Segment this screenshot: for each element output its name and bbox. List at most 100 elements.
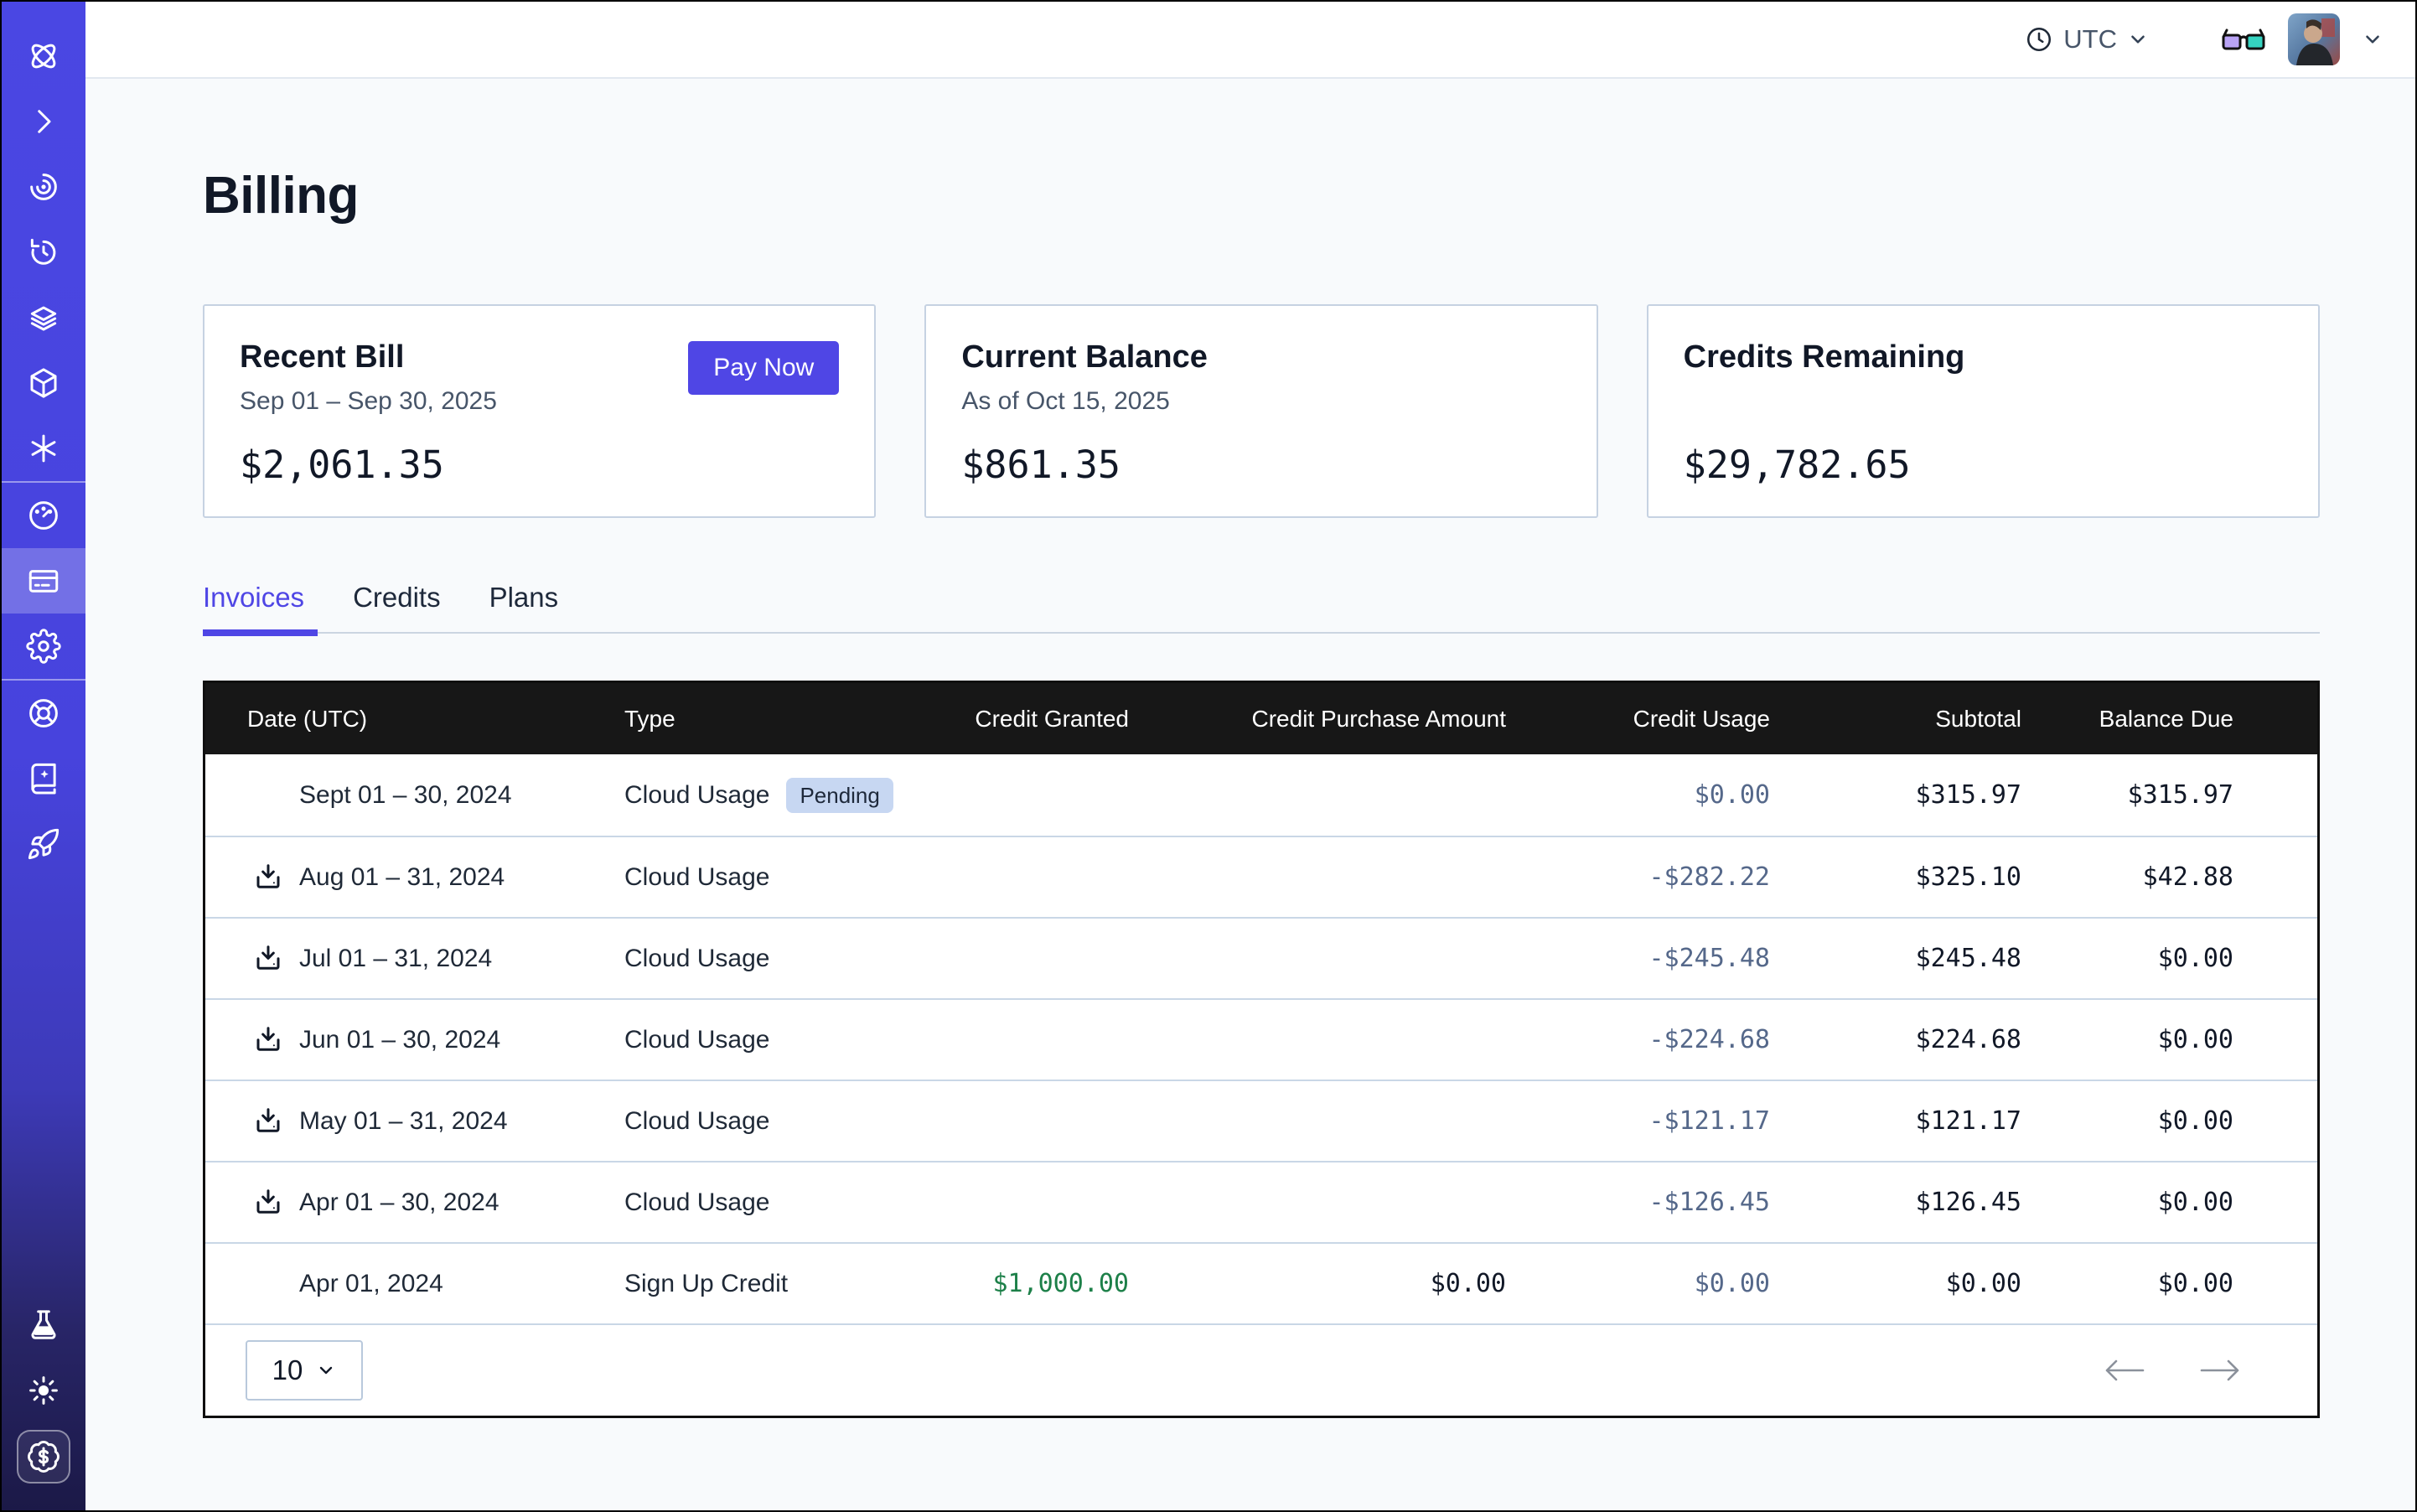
invoice-date: Jul 01 – 31, 2024	[299, 945, 492, 973]
sidebar-item-gauge[interactable]	[2, 483, 85, 548]
invoice-date-cell: Apr 01, 2024	[205, 1268, 624, 1300]
table-row: Apr 01, 2024Sign Up Credit$1,000.00$0.00…	[205, 1242, 2317, 1323]
sidebar-item-sun[interactable]	[2, 1358, 85, 1423]
topbar: UTC	[85, 2, 2415, 79]
sidebar-item-history[interactable]	[2, 220, 85, 285]
page-title: Billing	[203, 166, 2320, 225]
glasses-icon[interactable]	[2221, 24, 2266, 54]
subtotal-value: $315.97	[1770, 780, 2021, 810]
subtotal-value: $325.10	[1770, 862, 2021, 892]
invoice-type: Cloud Usage	[624, 863, 769, 892]
invoice-type-cell: Cloud Usage	[624, 1026, 918, 1054]
logo-icon	[26, 39, 61, 74]
invoice-date-cell: Apr 01 – 30, 2024	[205, 1187, 624, 1219]
sidebar-item-badge-dollar[interactable]	[17, 1430, 70, 1484]
chevron-down-icon[interactable]	[2362, 28, 2383, 50]
pagination-arrows	[2101, 1355, 2244, 1385]
table-header: Date (UTC) Type Credit Granted Credit Pu…	[205, 683, 2317, 754]
invoice-type: Cloud Usage	[624, 781, 769, 810]
download-invoice-button[interactable]	[253, 1187, 285, 1219]
billing-page: Billing Recent Bill Sep 01 – Sep 30, 202…	[85, 79, 2415, 1510]
invoice-date: Apr 01 – 30, 2024	[299, 1188, 499, 1217]
billing-tabs: Invoices Credits Plans	[203, 582, 2320, 634]
sidebar-item-book-sparkle[interactable]	[2, 746, 85, 811]
avatar[interactable]	[2288, 13, 2340, 65]
invoice-date: Jun 01 – 30, 2024	[299, 1026, 500, 1054]
balance-due-value: $0.00	[2021, 1269, 2317, 1298]
sidebar-item-cube[interactable]	[2, 350, 85, 416]
next-page-arrow-icon[interactable]	[2197, 1355, 2244, 1385]
balance-due-value: $315.97	[2021, 780, 2317, 810]
table-body: Sept 01 – 30, 2024 Cloud UsagePending $0.0…	[205, 754, 2317, 1323]
sidebar-item-rocket[interactable]	[2, 811, 85, 877]
sidebar-item-flask[interactable]	[2, 1292, 85, 1358]
column-header-type: Type	[624, 706, 918, 733]
table-row: Apr 01 – 30, 2024Cloud Usage-$126.45$126…	[205, 1161, 2317, 1242]
table-row: Aug 01 – 31, 2024Cloud Usage-$282.22$325…	[205, 836, 2317, 917]
download-invoice-button[interactable]	[253, 943, 285, 975]
timezone-selector[interactable]: UTC	[2025, 24, 2149, 54]
column-header-credit-purchase-amount: Credit Purchase Amount	[1129, 706, 1506, 733]
asterisk-icon	[26, 431, 61, 466]
sidebar-item-spiral-eye[interactable]	[2, 154, 85, 220]
sidebar-item-credit-card[interactable]	[2, 548, 85, 614]
tab-plans[interactable]: Plans	[489, 582, 559, 632]
invoice-type: Cloud Usage	[624, 1188, 769, 1217]
sidebar-item-logo[interactable]	[2, 23, 85, 89]
sidebar-item-lifebuoy[interactable]	[2, 681, 85, 746]
card-subtitle: As of Oct 15, 2025	[961, 387, 1560, 417]
invoice-date: Sept 01 – 30, 2024	[299, 781, 512, 810]
sidebar-item-gear[interactable]	[2, 614, 85, 679]
credit-usage-value: $0.00	[1506, 1269, 1770, 1298]
credit-card-icon	[26, 563, 61, 598]
table-row: May 01 – 31, 2024Cloud Usage-$121.17$121…	[205, 1080, 2317, 1161]
download-invoice-button[interactable]	[253, 862, 285, 893]
download-invoice-button[interactable]	[253, 1106, 285, 1137]
current-balance-card: Current Balance As of Oct 15, 2025 $861.…	[924, 304, 1597, 518]
badge-dollar-icon	[26, 1439, 61, 1474]
invoice-type-cell: Cloud Usage	[624, 945, 918, 973]
credits-remaining-amount: $29,782.65	[1684, 443, 2283, 487]
flask-icon	[26, 1307, 61, 1343]
download-icon	[253, 862, 283, 893]
sidebar-item-chevron-right[interactable]	[2, 89, 85, 154]
balance-due-value: $0.00	[2021, 1106, 2317, 1136]
tab-credits[interactable]: Credits	[353, 582, 441, 632]
avatar-image	[2288, 13, 2340, 65]
chevron-down-icon	[2127, 28, 2149, 50]
previous-page-arrow-icon[interactable]	[2101, 1355, 2148, 1385]
invoice-type-cell: Cloud UsagePending	[624, 778, 918, 814]
table-row: Sept 01 – 30, 2024 Cloud UsagePending $0.0…	[205, 754, 2317, 836]
credit-usage-value: $0.00	[1506, 780, 1770, 810]
subtotal-value: $245.48	[1770, 944, 2021, 973]
page-size-select[interactable]: 10	[246, 1340, 363, 1401]
sidebar	[2, 2, 85, 1510]
balance-due-value: $0.00	[2021, 1025, 2317, 1054]
sidebar-item-asterisk[interactable]	[2, 416, 85, 481]
sidebar-item-layers[interactable]	[2, 285, 85, 350]
timezone-label: UTC	[2063, 24, 2117, 54]
download-invoice-button[interactable]	[253, 1024, 285, 1056]
subtotal-value: $121.17	[1770, 1106, 2021, 1136]
history-icon	[26, 235, 61, 270]
pay-now-button[interactable]: Pay Now	[688, 341, 839, 395]
layers-icon	[26, 300, 61, 335]
download-icon	[253, 944, 283, 974]
column-header-date: Date (UTC)	[205, 706, 624, 733]
lifebuoy-icon	[26, 696, 61, 731]
cube-icon	[26, 365, 61, 401]
credit-granted-value: $1,000.00	[918, 1269, 1129, 1298]
sidebar-group-top	[2, 2, 85, 481]
invoice-date-cell: Aug 01 – 31, 2024	[205, 862, 624, 893]
card-title: Current Balance	[961, 339, 1560, 375]
column-header-balance-due: Balance Due	[2021, 706, 2317, 733]
gear-icon	[26, 629, 61, 664]
current-balance-amount: $861.35	[961, 443, 1560, 487]
page-size-value: 10	[272, 1354, 303, 1386]
invoice-date-cell: Sept 01 – 30, 2024	[205, 779, 624, 811]
tab-invoices[interactable]: Invoices	[203, 582, 304, 632]
sidebar-group-bottom	[2, 1292, 85, 1510]
download-slot-empty	[253, 779, 285, 811]
column-header-subtotal: Subtotal	[1770, 706, 2021, 733]
summary-cards: Recent Bill Sep 01 – Sep 30, 2025 $2,061…	[203, 304, 2320, 518]
